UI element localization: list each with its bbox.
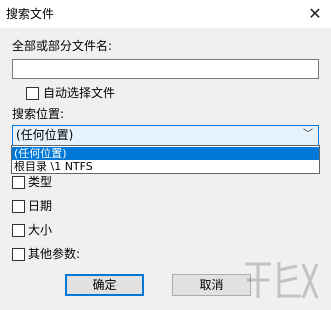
dropdown-option-any-location[interactable]: (任何位置) (12, 147, 319, 160)
date-checkbox[interactable] (12, 200, 25, 213)
type-label: 类型 (28, 175, 53, 189)
dropdown-option-root-ntfs[interactable]: 根目录 \1 NTFS (12, 160, 319, 173)
filename-input[interactable] (12, 59, 319, 79)
auto-select-label: 自动选择文件 (43, 86, 116, 100)
date-label: 日期 (28, 199, 53, 213)
filename-label: 全部或部分文件名: (12, 39, 113, 53)
size-label: 大小 (28, 223, 53, 237)
other-params-checkbox[interactable] (12, 248, 25, 261)
close-icon[interactable]: ✕ (305, 4, 325, 24)
type-checkbox[interactable] (12, 176, 25, 189)
other-params-label: 其他参数: (28, 247, 81, 261)
chevron-down-icon[interactable]: ﹀ (302, 128, 314, 142)
search-location-label: 搜索位置: (12, 107, 65, 121)
dialog-title: 搜索文件 (6, 7, 55, 21)
ok-button[interactable]: 确定 (65, 274, 144, 296)
search-location-dropdown: (任何位置) 根目录 \1 NTFS (11, 145, 320, 174)
title-bar: 搜索文件 ✕ (0, 0, 331, 28)
search-location-select[interactable]: (任何位置) ﹀ (12, 125, 319, 146)
auto-select-checkbox[interactable] (26, 87, 39, 100)
watermark-logo (245, 262, 319, 299)
search-location-value: (任何位置) (16, 128, 74, 142)
cancel-button[interactable]: 取消 (172, 274, 251, 296)
size-checkbox[interactable] (12, 224, 25, 237)
